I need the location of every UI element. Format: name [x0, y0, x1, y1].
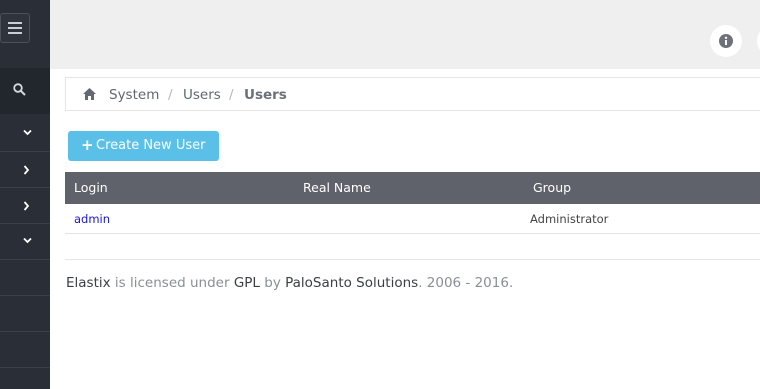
breadcrumb-separator: / [168, 87, 173, 103]
chevron-down-icon [23, 237, 32, 244]
sidebar-search-button[interactable] [0, 68, 50, 114]
info-icon [719, 34, 733, 48]
sidebar-item-1[interactable] [0, 116, 50, 152]
sidebar-item-7[interactable] [0, 332, 50, 368]
breadcrumb-separator: / [229, 87, 234, 103]
breadcrumb: System / Users / Users [65, 77, 760, 111]
sidebar-item-6[interactable] [0, 296, 50, 332]
sidebar [0, 0, 50, 389]
sidebar-item-5[interactable] [0, 260, 50, 296]
footer: Elastix is licensed under GPL by PaloSan… [66, 275, 513, 291]
table-row: admin Administrator [65, 204, 760, 234]
breadcrumb-users[interactable]: Users [183, 87, 221, 103]
home-icon[interactable] [83, 88, 96, 100]
footer-text: is licensed under [114, 275, 230, 291]
chevron-right-icon [23, 165, 30, 175]
create-new-user-label: Create New User [96, 138, 206, 153]
chevron-down-icon [23, 129, 32, 136]
footer-license[interactable]: GPL [234, 275, 260, 291]
footer-company[interactable]: PaloSanto Solutions [285, 275, 418, 291]
chevron-right-icon [23, 201, 30, 211]
footer-product[interactable]: Elastix [66, 275, 111, 291]
create-new-user-button[interactable]: + Create New User [68, 131, 219, 161]
info-button[interactable] [710, 25, 742, 57]
sidebar-toggle-button[interactable] [0, 13, 30, 43]
hamburger-icon [8, 22, 22, 34]
sidebar-item-2[interactable] [0, 152, 50, 188]
column-group[interactable]: Group [533, 180, 571, 195]
plus-icon: + [81, 136, 94, 154]
breadcrumb-current: Users [244, 87, 287, 103]
sidebar-item-4[interactable] [0, 224, 50, 260]
divider [65, 259, 760, 260]
table-header: Login Real Name Group [65, 172, 760, 204]
search-icon [13, 83, 26, 96]
user-group: Administrator [530, 212, 609, 226]
footer-text: by [264, 275, 281, 291]
breadcrumb-system[interactable]: System [109, 87, 159, 103]
sidebar-item-3[interactable] [0, 188, 50, 224]
top-bar [50, 0, 760, 69]
column-real-name[interactable]: Real Name [303, 180, 371, 195]
user-login-link[interactable]: admin [74, 212, 110, 226]
footer-years: . 2006 - 2016. [418, 275, 514, 291]
column-login[interactable]: Login [74, 180, 108, 195]
